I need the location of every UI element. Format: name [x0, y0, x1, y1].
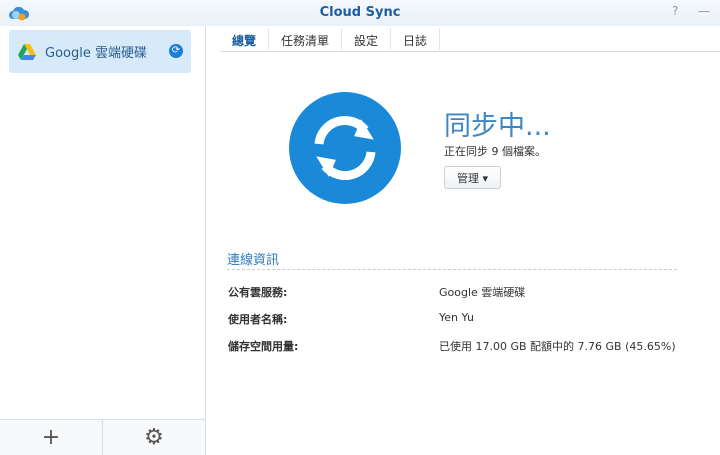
syncing-icon [289, 92, 401, 204]
settings-gear-icon[interactable]: ⚙ [103, 420, 205, 455]
tab-log[interactable]: 日誌 [391, 28, 441, 50]
manage-dropdown-button[interactable]: 管理 ▾ [444, 166, 501, 189]
info-value: Google 雲端硬碟 [439, 286, 526, 299]
title-bar: Cloud Sync ? — [0, 0, 720, 26]
info-value: 已使用 17.00 GB 配額中的 7.76 GB (45.65%) [439, 340, 676, 353]
tab-task-list[interactable]: 任務清單 [269, 28, 343, 50]
sidebar: Google 雲端硬碟 ⟳ + ⚙ [0, 26, 206, 455]
info-key: 公有雲服務: [228, 286, 288, 299]
sync-status-detail: 正在同步 9 個檔案。 [444, 145, 546, 158]
info-key: 儲存空間用量: [228, 340, 299, 353]
tab-settings[interactable]: 設定 [342, 28, 392, 50]
add-button[interactable]: + [0, 420, 103, 455]
sync-status-icon: ⟳ [169, 44, 183, 58]
tab-bar: 總覽 任務清單 設定 日誌 [220, 26, 720, 52]
window-title: Cloud Sync [319, 5, 401, 20]
sync-status-title: 同步中... [444, 111, 551, 142]
sidebar-item-google-drive[interactable]: Google 雲端硬碟 ⟳ [9, 30, 191, 73]
connection-info-heading: 連線資訊 [227, 253, 280, 268]
help-button[interactable]: ? [672, 4, 678, 18]
tab-overview[interactable]: 總覽 [220, 28, 270, 50]
divider [227, 269, 677, 270]
info-key: 使用者名稱: [228, 313, 288, 326]
google-drive-icon [18, 43, 36, 60]
minimize-button[interactable]: — [698, 4, 710, 18]
sidebar-item-label: Google 雲端硬碟 [45, 46, 147, 61]
info-value: Yen Yu [439, 311, 474, 324]
